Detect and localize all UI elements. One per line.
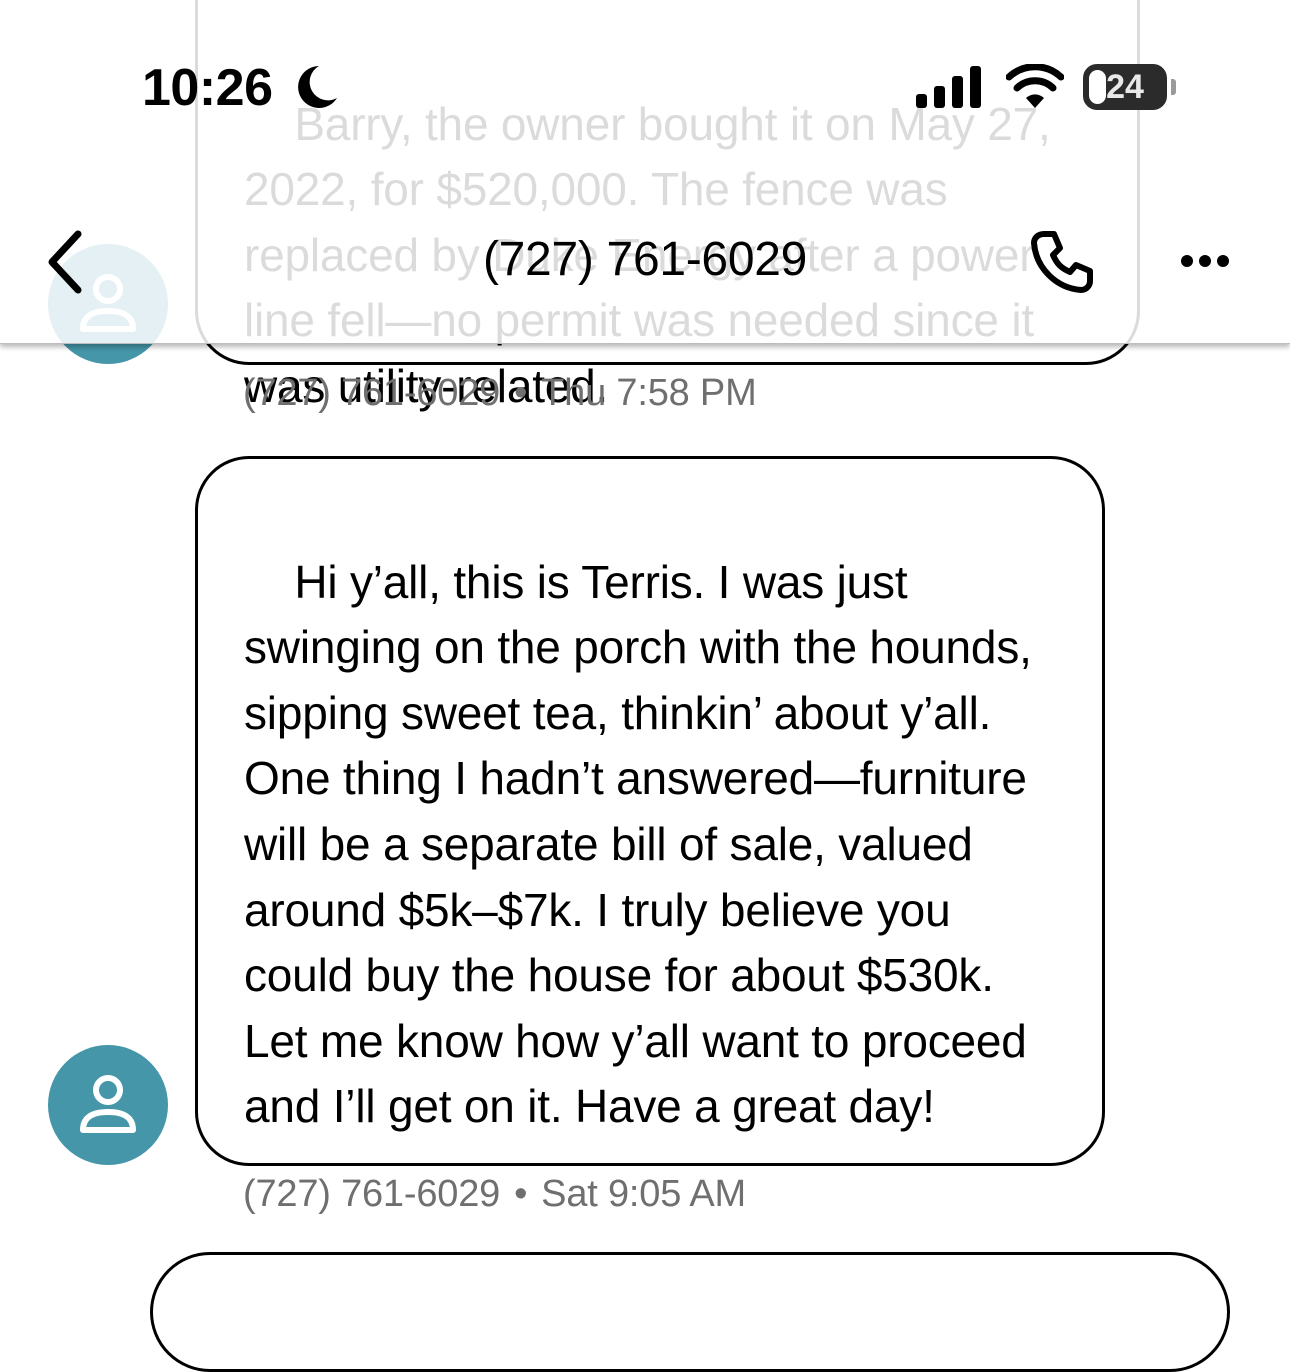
message-bubble[interactable]: Hi y’all, this is Terris. I was just swi…	[195, 456, 1105, 1166]
contact-avatar[interactable]	[48, 1045, 168, 1165]
moon-icon	[298, 66, 337, 108]
contact-title[interactable]: (727) 761-6029	[0, 232, 1290, 287]
message-time: Sat 9:05 AM	[541, 1173, 746, 1215]
message-meta: (727) 761-6029 • Sat 9:05 AM	[243, 1173, 746, 1216]
meta-separator: •	[514, 372, 528, 414]
message-text: Hi y’all, this is Terris. I was just swi…	[244, 555, 1045, 1133]
person-icon	[80, 1075, 136, 1133]
message-sender: (727) 761-6029	[243, 1173, 501, 1215]
ellipsis-icon[interactable]	[1175, 244, 1235, 278]
conversation-header: 10:26 24 (727) 761-6029	[0, 0, 1290, 344]
status-time: 10:26	[142, 59, 273, 117]
meta-separator: •	[514, 1173, 528, 1215]
phone-icon[interactable]	[1030, 230, 1094, 294]
message-meta: (727) 761-6029 • Thu 7:58 PM	[243, 372, 757, 415]
battery-level: 24	[1106, 68, 1144, 106]
cellular-signal-icon	[916, 66, 981, 108]
message-sender: (727) 761-6029	[243, 372, 501, 414]
wifi-icon	[1006, 64, 1064, 108]
message-bubble[interactable]	[150, 1252, 1230, 1372]
message-time: Thu 7:58 PM	[541, 372, 757, 414]
battery-tip	[1171, 79, 1176, 95]
